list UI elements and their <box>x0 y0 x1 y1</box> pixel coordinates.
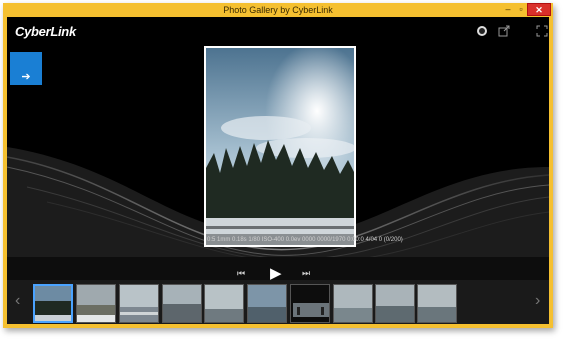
thumbnail[interactable] <box>417 284 457 323</box>
minimize-button[interactable]: – <box>502 3 514 16</box>
app-window: Photo Gallery by CyberLink – ▫ ✕ CyberLi… <box>3 3 553 328</box>
thumbnail[interactable] <box>204 284 244 323</box>
strip-prev-arrow[interactable]: ‹ <box>15 292 20 310</box>
cyberlink-logo: CyberLink <box>15 24 76 39</box>
fullscreen-icon[interactable] <box>536 25 548 37</box>
thumbnail[interactable] <box>119 284 159 323</box>
main-photo[interactable] <box>204 46 356 247</box>
title-bar[interactable]: Photo Gallery by CyberLink – ▫ ✕ <box>3 3 553 17</box>
strip-next-arrow[interactable]: › <box>535 292 540 310</box>
photo-caption: 0:5 1mm 0.18s 1/80 ISO-400 0.0ev 0000 00… <box>207 237 403 243</box>
share-icon[interactable] <box>498 25 510 37</box>
thumbnail[interactable] <box>290 284 330 323</box>
maximize-button[interactable]: ▫ <box>515 3 527 16</box>
gallery-viewer: CyberLink ➔ 0:5 1mm 0.18s 1/80 ISO-400 0… <box>7 17 549 324</box>
arrow-right-icon: ➔ <box>21 71 31 83</box>
edit-icon[interactable] <box>476 25 488 37</box>
photo-image <box>206 48 356 245</box>
next-icon[interactable]: ⏭ <box>302 268 310 279</box>
thumbnail[interactable] <box>162 284 202 323</box>
window-title: Photo Gallery by CyberLink <box>223 5 333 15</box>
thumbnail[interactable] <box>247 284 287 323</box>
previous-icon[interactable]: ⏮ <box>237 268 245 279</box>
thumbnail-strip: ‹ › <box>7 280 549 324</box>
thumbnail[interactable] <box>333 284 373 323</box>
close-button[interactable]: ✕ <box>527 3 551 16</box>
thumbnail[interactable] <box>375 284 415 323</box>
thumbnail[interactable] <box>33 284 73 323</box>
side-panel-button[interactable]: ➔ <box>10 52 42 85</box>
playback-controls: ⏮ ▶ ⏭ <box>227 265 327 282</box>
thumbnail[interactable] <box>76 284 116 323</box>
